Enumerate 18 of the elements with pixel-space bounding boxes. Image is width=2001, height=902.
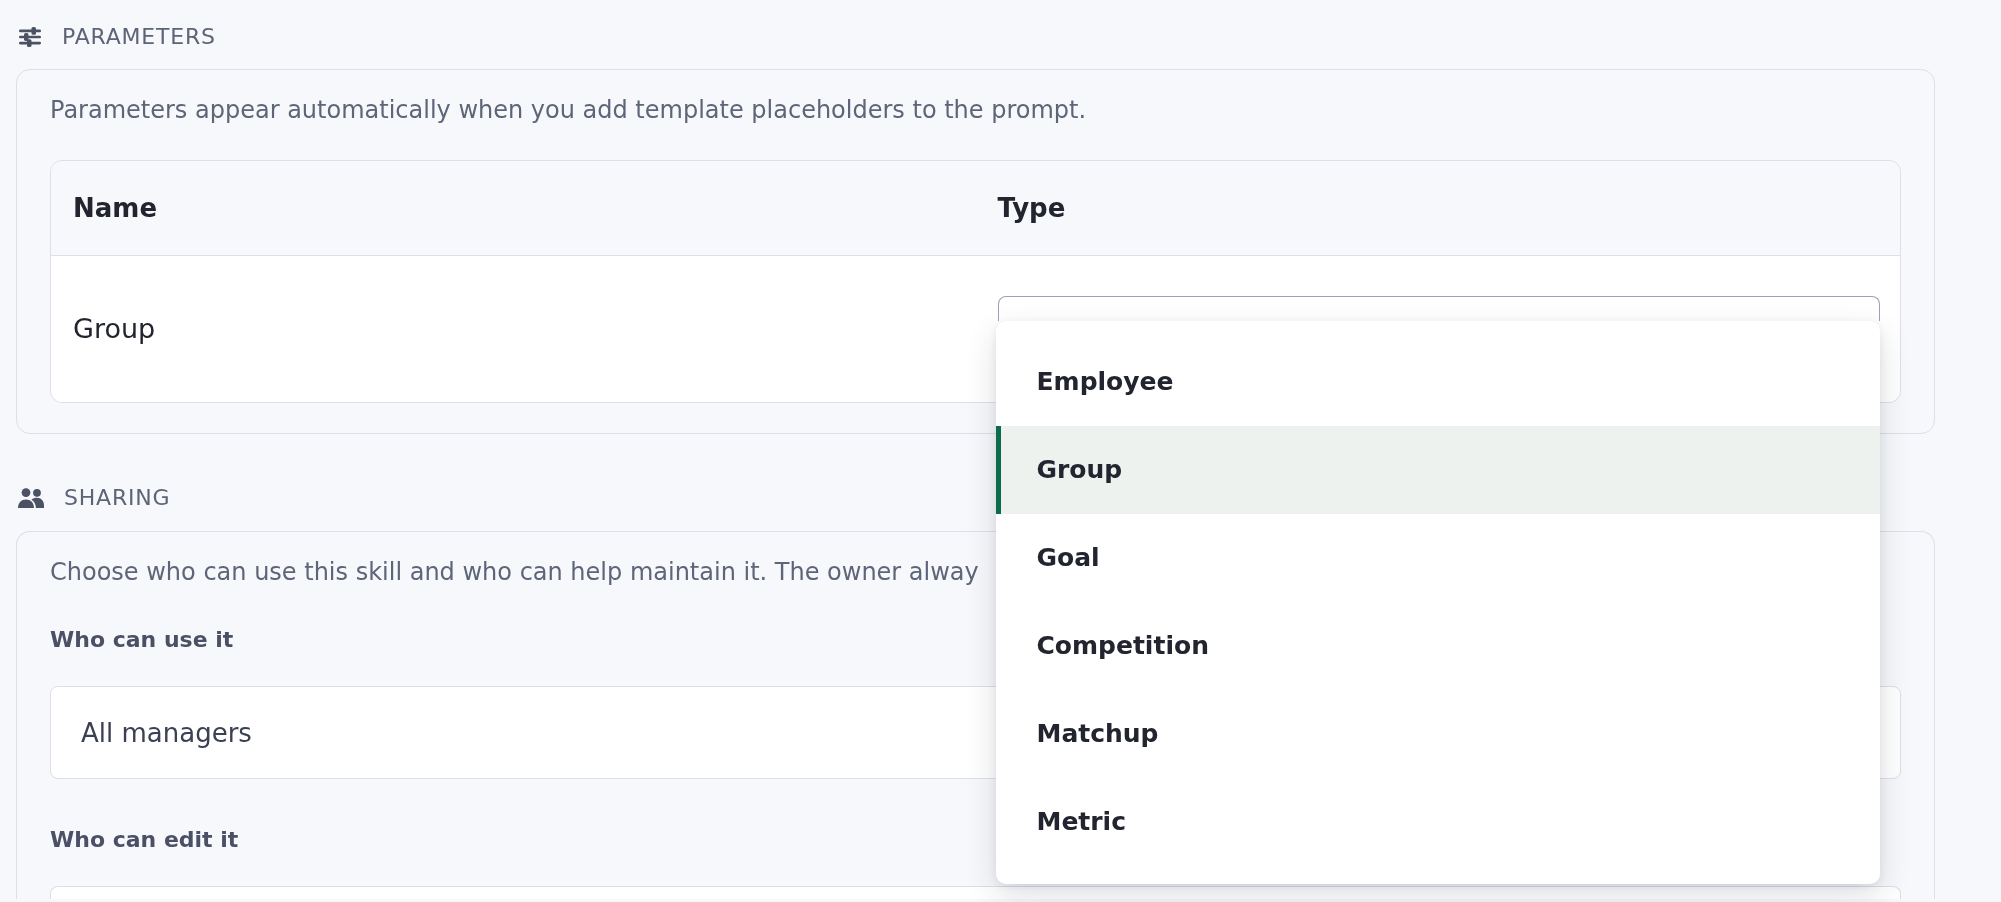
dropdown-option[interactable]: Employee [995,338,1880,426]
section-heading: SHARING [64,484,171,512]
dropdown-option[interactable]: Metric [995,778,1880,866]
table-cell: Group [73,312,156,344]
section-heading: PARAMETERS [62,23,216,51]
dropdown-option[interactable]: Matchup [995,690,1880,778]
type-select[interactable] [997,296,1880,321]
column-header: Name [73,192,158,223]
field-label: Who can use it [50,626,234,654]
field-label: Who can edit it [50,826,239,854]
dropdown-option[interactable]: Group [995,426,1880,514]
sliders-icon [18,27,42,47]
input-field[interactable] [50,886,1901,899]
column-header: Type [997,192,1066,223]
people-icon [18,488,44,508]
dropdown-option[interactable]: Goal [995,514,1880,602]
section-description: Parameters appear automatically when you add template placeholders to the prompt. [50,95,1087,126]
section-description: Choose who can use this skill and who can help maintain it. The owner alway [50,557,979,588]
